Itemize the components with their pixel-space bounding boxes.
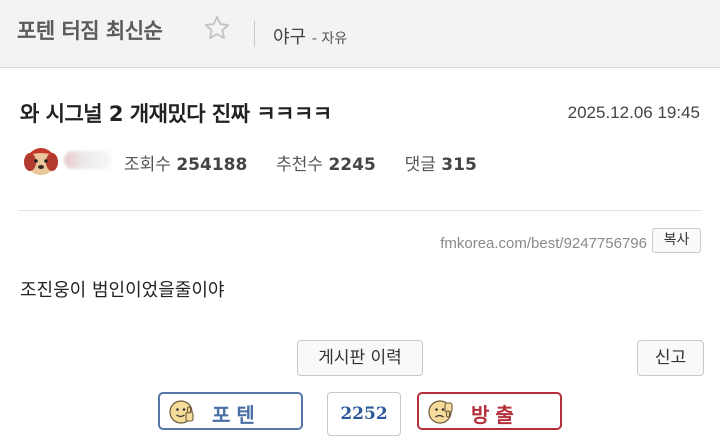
board-history-button[interactable]: 게시판 이력: [297, 340, 423, 376]
star-icon[interactable]: [203, 14, 231, 42]
views-count: 254188: [176, 155, 248, 175]
recommends-count: 2245: [328, 155, 376, 175]
header-divider: [254, 21, 255, 47]
views-label: 조회수: [124, 155, 171, 175]
category-name: 야구: [273, 27, 307, 48]
report-button[interactable]: 신고: [637, 340, 704, 376]
vote-count: 2252: [327, 392, 401, 436]
post-content: 조진웅이 범인이었을줄이야: [20, 280, 225, 301]
comments-label[interactable]: 댓글: [405, 155, 436, 175]
subcategory-name: - 자유: [311, 31, 348, 47]
category-label[interactable]: 야구 - 자유: [273, 23, 347, 49]
upvote-button[interactable]: 포텐: [158, 392, 303, 430]
downvote-label: 방출: [471, 403, 520, 427]
post-stats: 조회수 254188 추천수 2245 댓글 315: [124, 150, 477, 175]
divider: [18, 210, 702, 211]
recommends-label: 추천수: [276, 155, 324, 175]
comments-count[interactable]: 315: [441, 155, 477, 175]
avatar[interactable]: [21, 142, 61, 178]
post-date: 2025.12.06 19:45: [567, 103, 700, 122]
thumbs-down-face-icon: [428, 400, 453, 424]
post-url[interactable]: fmkorea.com/best/9247756796: [440, 235, 647, 252]
copy-url-button[interactable]: 복사: [652, 228, 701, 253]
thumbs-up-face-icon: [169, 400, 194, 424]
upvote-label: 포텐: [212, 403, 261, 427]
author-name-blurred[interactable]: [64, 151, 112, 169]
board-title[interactable]: 포텐 터짐 최신순: [17, 15, 163, 45]
downvote-button[interactable]: 방출: [417, 392, 562, 430]
board-header: 포텐 터짐 최신순 야구 - 자유: [0, 0, 720, 68]
post-title: 와 시그널 2 개재밌다 진짜 ㅋㅋㅋㅋ: [20, 102, 332, 126]
